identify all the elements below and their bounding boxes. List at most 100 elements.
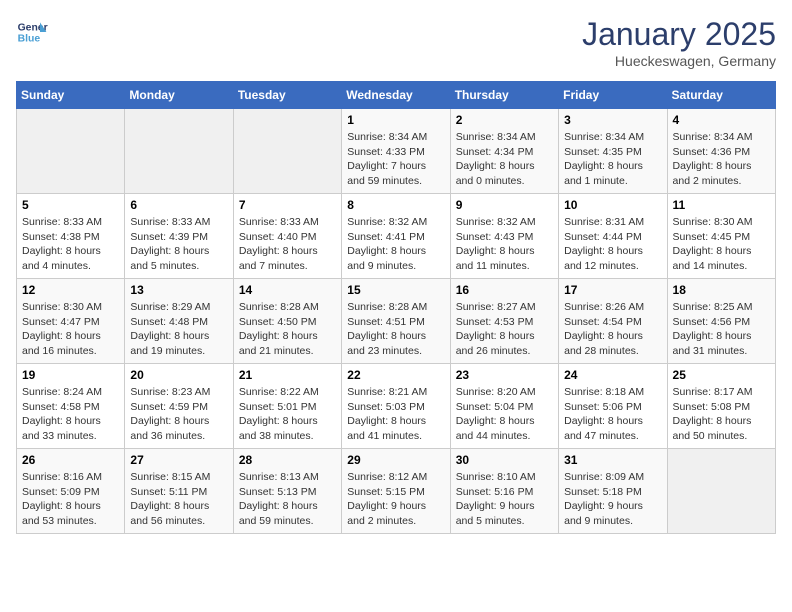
day-number: 19 <box>22 368 119 382</box>
weekday-header: Tuesday <box>233 82 341 109</box>
day-info: Sunrise: 8:30 AMSunset: 4:45 PMDaylight:… <box>673 215 770 274</box>
day-info: Sunrise: 8:32 AMSunset: 4:43 PMDaylight:… <box>456 215 553 274</box>
day-number: 26 <box>22 453 119 467</box>
calendar-cell: 30Sunrise: 8:10 AMSunset: 5:16 PMDayligh… <box>450 449 558 534</box>
calendar-cell: 23 Sunrise: 8:20 AMSunset: 5:04 PMDayligh… <box>450 364 558 449</box>
calendar-cell: 4Sunrise: 8:34 AMSunset: 4:36 PMDaylight… <box>667 109 775 194</box>
day-info: Sunrise: 8:25 AMSunset: 4:56 PMDaylight:… <box>673 300 770 359</box>
day-number: 21 <box>239 368 336 382</box>
calendar-cell: 29 Sunrise: 8:12 AMSunset: 5:15 PMDayligh… <box>342 449 450 534</box>
calendar-cell: 26 Sunrise: 8:16 AMSunset: 5:09 PMDayligh… <box>17 449 125 534</box>
day-number: 29 <box>347 453 444 467</box>
day-info: Sunrise: 8:20 AMSunset: 5:04 PMDaylight:… <box>456 385 553 444</box>
calendar-week-row: 5 Sunrise: 8:33 AMSunset: 4:38 PMDaylight… <box>17 194 776 279</box>
day-number: 23 <box>456 368 553 382</box>
calendar-cell: 10Sunrise: 8:31 AMSunset: 4:44 PMDayligh… <box>559 194 667 279</box>
calendar-cell: 25 Sunrise: 8:17 AMSunset: 5:08 PMDayligh… <box>667 364 775 449</box>
calendar-cell: 11Sunrise: 8:30 AMSunset: 4:45 PMDayligh… <box>667 194 775 279</box>
calendar-cell <box>667 449 775 534</box>
weekday-header: Saturday <box>667 82 775 109</box>
day-number: 9 <box>456 198 553 212</box>
calendar-cell: 28 Sunrise: 8:13 AMSunset: 5:13 PMDayligh… <box>233 449 341 534</box>
calendar-cell: 19 Sunrise: 8:24 AMSunset: 4:58 PMDayligh… <box>17 364 125 449</box>
day-number: 31 <box>564 453 661 467</box>
day-info: Sunrise: 8:28 AMSunset: 4:51 PMDaylight:… <box>347 300 444 359</box>
calendar-cell: 13 Sunrise: 8:29 AMSunset: 4:48 PMDayligh… <box>125 279 233 364</box>
day-number: 20 <box>130 368 227 382</box>
day-number: 16 <box>456 283 553 297</box>
day-info: Sunrise: 8:33 AMSunset: 4:39 PMDaylight:… <box>130 215 227 274</box>
calendar-title: January 2025 <box>582 16 776 53</box>
weekday-header: Friday <box>559 82 667 109</box>
day-number: 17 <box>564 283 661 297</box>
day-info: Sunrise: 8:29 AMSunset: 4:48 PMDaylight:… <box>130 300 227 359</box>
calendar-cell: 7 Sunrise: 8:33 AMSunset: 4:40 PMDaylight… <box>233 194 341 279</box>
calendar-week-row: 1 Sunrise: 8:34 AMSunset: 4:33 PMDaylight… <box>17 109 776 194</box>
page-header: General Blue January 2025 Hueckeswagen, … <box>16 16 776 69</box>
day-number: 25 <box>673 368 770 382</box>
calendar-cell: 6 Sunrise: 8:33 AMSunset: 4:39 PMDaylight… <box>125 194 233 279</box>
day-number: 12 <box>22 283 119 297</box>
day-number: 15 <box>347 283 444 297</box>
calendar-week-row: 12 Sunrise: 8:30 AMSunset: 4:47 PMDayligh… <box>17 279 776 364</box>
calendar-week-row: 26 Sunrise: 8:16 AMSunset: 5:09 PMDayligh… <box>17 449 776 534</box>
calendar-cell: 3Sunrise: 8:34 AMSunset: 4:35 PMDaylight… <box>559 109 667 194</box>
calendar-cell: 15 Sunrise: 8:28 AMSunset: 4:51 PMDayligh… <box>342 279 450 364</box>
day-number: 28 <box>239 453 336 467</box>
calendar-cell <box>233 109 341 194</box>
day-number: 14 <box>239 283 336 297</box>
calendar-table: SundayMondayTuesdayWednesdayThursdayFrid… <box>16 81 776 534</box>
day-info: Sunrise: 8:09 AMSunset: 5:18 PMDaylight:… <box>564 470 661 529</box>
day-number: 8 <box>347 198 444 212</box>
day-info: Sunrise: 8:34 AMSunset: 4:36 PMDaylight:… <box>673 130 770 189</box>
day-number: 2 <box>456 113 553 127</box>
day-info: Sunrise: 8:21 AMSunset: 5:03 PMDaylight:… <box>347 385 444 444</box>
weekday-header-row: SundayMondayTuesdayWednesdayThursdayFrid… <box>17 82 776 109</box>
calendar-cell: 31 Sunrise: 8:09 AMSunset: 5:18 PMDayligh… <box>559 449 667 534</box>
day-info: Sunrise: 8:33 AMSunset: 4:38 PMDaylight:… <box>22 215 119 274</box>
day-number: 10 <box>564 198 661 212</box>
day-number: 27 <box>130 453 227 467</box>
day-info: Sunrise: 8:34 AMSunset: 4:33 PMDaylight:… <box>347 130 444 189</box>
day-number: 5 <box>22 198 119 212</box>
day-info: Sunrise: 8:34 AMSunset: 4:34 PMDaylight:… <box>456 130 553 189</box>
calendar-cell: 5 Sunrise: 8:33 AMSunset: 4:38 PMDaylight… <box>17 194 125 279</box>
calendar-cell: 22Sunrise: 8:21 AMSunset: 5:03 PMDayligh… <box>342 364 450 449</box>
calendar-cell: 24 Sunrise: 8:18 AMSunset: 5:06 PMDayligh… <box>559 364 667 449</box>
weekday-header: Thursday <box>450 82 558 109</box>
calendar-cell: 20 Sunrise: 8:23 AMSunset: 4:59 PMDayligh… <box>125 364 233 449</box>
day-info: Sunrise: 8:18 AMSunset: 5:06 PMDaylight:… <box>564 385 661 444</box>
logo: General Blue <box>16 16 48 48</box>
day-number: 1 <box>347 113 444 127</box>
day-info: Sunrise: 8:23 AMSunset: 4:59 PMDaylight:… <box>130 385 227 444</box>
calendar-subtitle: Hueckeswagen, Germany <box>582 53 776 69</box>
calendar-cell <box>17 109 125 194</box>
svg-text:Blue: Blue <box>18 34 41 45</box>
day-number: 30 <box>456 453 553 467</box>
day-info: Sunrise: 8:17 AMSunset: 5:08 PMDaylight:… <box>673 385 770 444</box>
calendar-cell: 16Sunrise: 8:27 AMSunset: 4:53 PMDayligh… <box>450 279 558 364</box>
calendar-week-row: 19 Sunrise: 8:24 AMSunset: 4:58 PMDayligh… <box>17 364 776 449</box>
day-info: Sunrise: 8:13 AMSunset: 5:13 PMDaylight:… <box>239 470 336 529</box>
day-number: 6 <box>130 198 227 212</box>
day-number: 24 <box>564 368 661 382</box>
day-info: Sunrise: 8:28 AMSunset: 4:50 PMDaylight:… <box>239 300 336 359</box>
day-info: Sunrise: 8:32 AMSunset: 4:41 PMDaylight:… <box>347 215 444 274</box>
day-number: 13 <box>130 283 227 297</box>
day-info: Sunrise: 8:12 AMSunset: 5:15 PMDaylight:… <box>347 470 444 529</box>
day-number: 18 <box>673 283 770 297</box>
day-number: 7 <box>239 198 336 212</box>
day-info: Sunrise: 8:16 AMSunset: 5:09 PMDaylight:… <box>22 470 119 529</box>
day-info: Sunrise: 8:26 AMSunset: 4:54 PMDaylight:… <box>564 300 661 359</box>
calendar-cell: 12 Sunrise: 8:30 AMSunset: 4:47 PMDayligh… <box>17 279 125 364</box>
calendar-cell <box>125 109 233 194</box>
day-info: Sunrise: 8:30 AMSunset: 4:47 PMDaylight:… <box>22 300 119 359</box>
weekday-header: Wednesday <box>342 82 450 109</box>
title-block: January 2025 Hueckeswagen, Germany <box>582 16 776 69</box>
day-info: Sunrise: 8:24 AMSunset: 4:58 PMDaylight:… <box>22 385 119 444</box>
calendar-cell: 1 Sunrise: 8:34 AMSunset: 4:33 PMDaylight… <box>342 109 450 194</box>
day-info: Sunrise: 8:22 AMSunset: 5:01 PMDaylight:… <box>239 385 336 444</box>
day-info: Sunrise: 8:33 AMSunset: 4:40 PMDaylight:… <box>239 215 336 274</box>
weekday-header: Monday <box>125 82 233 109</box>
calendar-cell: 9 Sunrise: 8:32 AMSunset: 4:43 PMDaylight… <box>450 194 558 279</box>
